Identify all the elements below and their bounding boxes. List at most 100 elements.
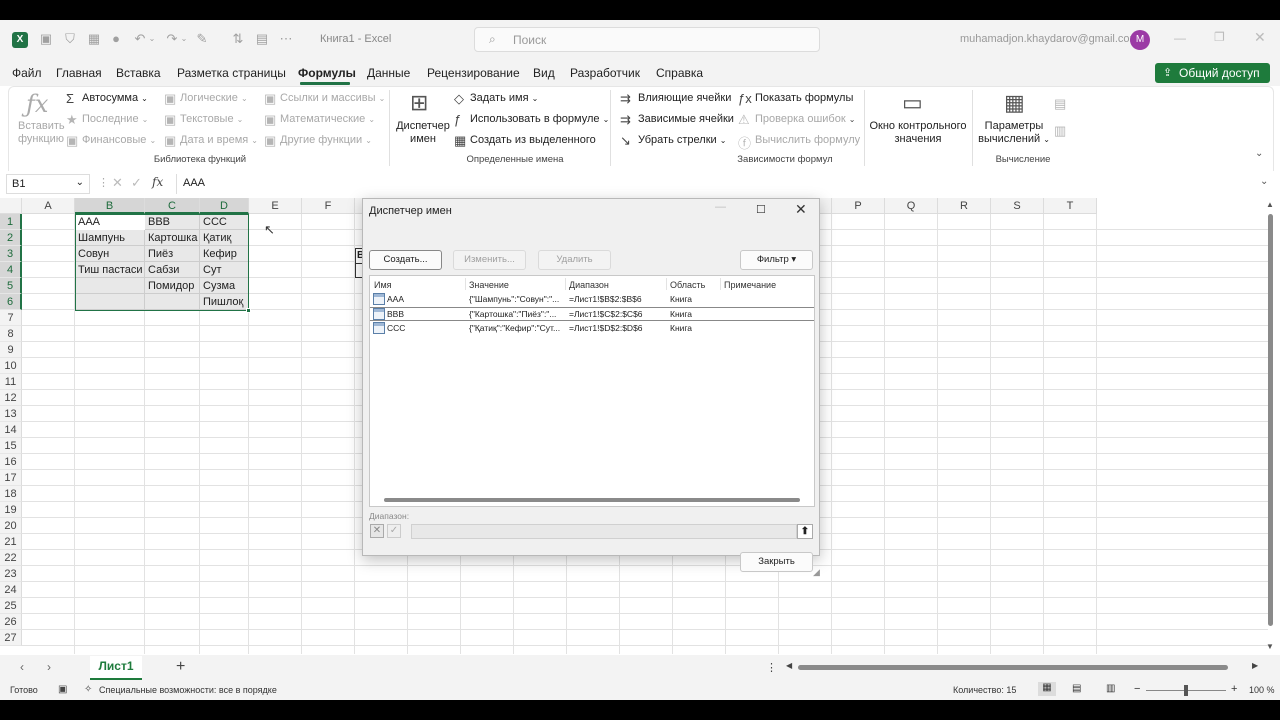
recent-button[interactable]: Последние ⌄ — [82, 113, 148, 125]
filter-icon[interactable]: ⛉ — [62, 31, 78, 47]
minimize-icon[interactable]: — — [1174, 31, 1186, 45]
column-header-range[interactable]: Диапазон — [569, 280, 609, 290]
create-from-selection-button[interactable]: Создать из выделенного — [470, 134, 596, 146]
column-header-e[interactable]: E — [249, 198, 302, 214]
column-header-f[interactable]: F — [302, 198, 355, 214]
insert-function-button[interactable]: Вставить функцию — [18, 120, 65, 146]
menu-formulas[interactable]: Формулы — [298, 66, 356, 80]
trace-precedents-button[interactable]: Влияющие ячейки — [638, 92, 731, 104]
vertical-scrollbar[interactable]: ▲ ▼ — [1266, 200, 1276, 654]
calc-now-icon[interactable]: ▤ — [1054, 96, 1066, 112]
record-icon[interactable]: ● — [108, 31, 124, 47]
menu-home[interactable]: Главная — [56, 66, 102, 80]
expand-formula-icon[interactable]: ⌄ — [1260, 176, 1268, 187]
next-sheet-icon[interactable]: › — [47, 660, 51, 674]
financial-button[interactable]: Финансовые ⌄ — [82, 134, 156, 146]
macro-record-icon[interactable]: ▣ — [58, 684, 67, 695]
range-accept-icon[interactable]: ✓ — [387, 524, 401, 538]
row-header-11[interactable]: 11 — [0, 374, 22, 390]
confirm-entry-icon[interactable]: ✓ — [131, 175, 142, 191]
row-header-7[interactable]: 7 — [0, 310, 22, 326]
row-header-25[interactable]: 25 — [0, 598, 22, 614]
menu-view[interactable]: Вид — [533, 66, 555, 80]
edit-name-button[interactable]: Изменить... — [453, 250, 526, 270]
datetime-button[interactable]: Дата и время ⌄ — [180, 134, 258, 146]
list-horizontal-scrollbar[interactable] — [384, 498, 800, 502]
format-painter-icon[interactable]: ✎ — [194, 31, 210, 47]
zoom-level[interactable]: 100 % — [1249, 685, 1275, 695]
fill-handle[interactable] — [246, 308, 251, 313]
column-header-value[interactable]: Значение — [469, 280, 509, 290]
customize-qat-icon[interactable]: ⋯ — [278, 31, 294, 47]
row-header-12[interactable]: 12 — [0, 390, 22, 406]
dialog-maximize-icon[interactable]: ☐ — [756, 203, 766, 216]
list-item-selected[interactable]: BBB {"Картошка":"Пиёз":"... =Лист1!$C$2:… — [370, 307, 814, 321]
list-item[interactable]: AAA {"Шампунь":"Совун":"... =Лист1!$B$2:… — [370, 293, 814, 307]
column-header-q[interactable]: Q — [885, 198, 938, 214]
remove-arrows-button[interactable]: Убрать стрелки ⌄ — [638, 134, 726, 146]
status-accessibility[interactable]: Специальные возможности: все в порядке — [99, 685, 277, 695]
define-name-button[interactable]: Задать имя ⌄ — [470, 92, 538, 104]
accessibility-icon[interactable]: ✧ — [84, 684, 92, 695]
search-box[interactable]: ⌕ Поиск — [474, 27, 820, 52]
column-header-c[interactable]: C — [145, 198, 200, 214]
row-header-23[interactable]: 23 — [0, 566, 22, 582]
zoom-out-icon[interactable]: − — [1134, 683, 1140, 695]
add-sheet-icon[interactable]: + — [176, 658, 185, 676]
row-header-18[interactable]: 18 — [0, 486, 22, 502]
maximize-icon[interactable]: ❐ — [1214, 30, 1225, 44]
tab-split-icon[interactable]: ⋮ — [766, 661, 777, 674]
text-button[interactable]: Текстовые ⌄ — [180, 113, 243, 125]
column-header-note[interactable]: Примечание — [724, 280, 776, 290]
menu-page-layout[interactable]: Разметка страницы — [177, 66, 286, 80]
collapse-dialog-icon[interactable]: ⬆ — [797, 524, 813, 539]
show-formulas-button[interactable]: Показать формулы — [755, 92, 853, 104]
menu-developer[interactable]: Разработчик — [570, 66, 640, 80]
undo-icon[interactable]: ↶ — [132, 31, 148, 47]
table-icon[interactable]: ▦ — [86, 31, 102, 47]
fx-icon[interactable]: fx — [152, 175, 163, 189]
evaluate-formula-button[interactable]: Вычислить формулу — [755, 134, 860, 146]
delete-name-button[interactable]: Удалить — [538, 250, 611, 270]
new-name-button[interactable]: Создать... — [369, 250, 442, 270]
row-header-15[interactable]: 15 — [0, 438, 22, 454]
column-header-name[interactable]: Имя — [374, 280, 392, 290]
account-email[interactable]: muhamadjon.khaydarov@gmail.com — [960, 33, 1139, 45]
column-header-p[interactable]: P — [832, 198, 885, 214]
row-header-14[interactable]: 14 — [0, 422, 22, 438]
column-header-r[interactable]: R — [938, 198, 991, 214]
avatar[interactable]: M — [1130, 30, 1150, 50]
list-item[interactable]: CCC {"Қатиқ":"Кефир":"Сут... =Лист1!$D$2… — [370, 322, 814, 336]
name-box[interactable]: B1 ⌄ — [6, 174, 90, 194]
autosave-icon[interactable]: ▣ — [38, 31, 54, 47]
menu-file[interactable]: Файл — [12, 66, 42, 80]
chart-icon[interactable]: ▤ — [254, 31, 270, 47]
scroll-up-icon[interactable]: ▲ — [1266, 200, 1274, 209]
row-header-20[interactable]: 20 — [0, 518, 22, 534]
row-header-19[interactable]: 19 — [0, 502, 22, 518]
error-checking-button[interactable]: Проверка ошибок ⌄ — [755, 113, 855, 125]
close-button[interactable]: Закрыть — [740, 552, 813, 572]
column-header-t[interactable]: T — [1044, 198, 1097, 214]
column-header-b[interactable]: B — [75, 198, 145, 214]
column-header-scope[interactable]: Область — [670, 280, 705, 290]
horizontal-scroll-thumb[interactable] — [798, 665, 1228, 670]
range-ref-input[interactable] — [411, 524, 797, 539]
page-layout-view-icon[interactable]: ▤ — [1072, 683, 1081, 694]
logical-button[interactable]: Логические ⌄ — [180, 92, 248, 104]
undo-dropdown-icon[interactable]: ⌄ — [148, 31, 156, 47]
menu-data[interactable]: Данные — [367, 66, 410, 80]
menu-help[interactable]: Справка — [656, 66, 703, 80]
column-header-a[interactable]: A — [22, 198, 75, 214]
autosum-button[interactable]: Автосумма ⌄ — [82, 92, 148, 104]
menu-review[interactable]: Рецензирование — [427, 66, 520, 80]
watch-window-button[interactable]: Окно контрольного значения — [868, 120, 968, 146]
row-header-8[interactable]: 8 — [0, 326, 22, 342]
row-header-17[interactable]: 17 — [0, 470, 22, 486]
row-header-13[interactable]: 13 — [0, 406, 22, 422]
filter-button[interactable]: Фильтр ▾ — [740, 250, 813, 270]
collapse-ribbon-icon[interactable]: ⌄ — [1255, 148, 1263, 159]
row-header-1[interactable]: 1 — [0, 214, 22, 230]
scroll-left-icon[interactable]: ◀ — [786, 661, 792, 670]
close-window-icon[interactable]: ✕ — [1254, 29, 1266, 46]
